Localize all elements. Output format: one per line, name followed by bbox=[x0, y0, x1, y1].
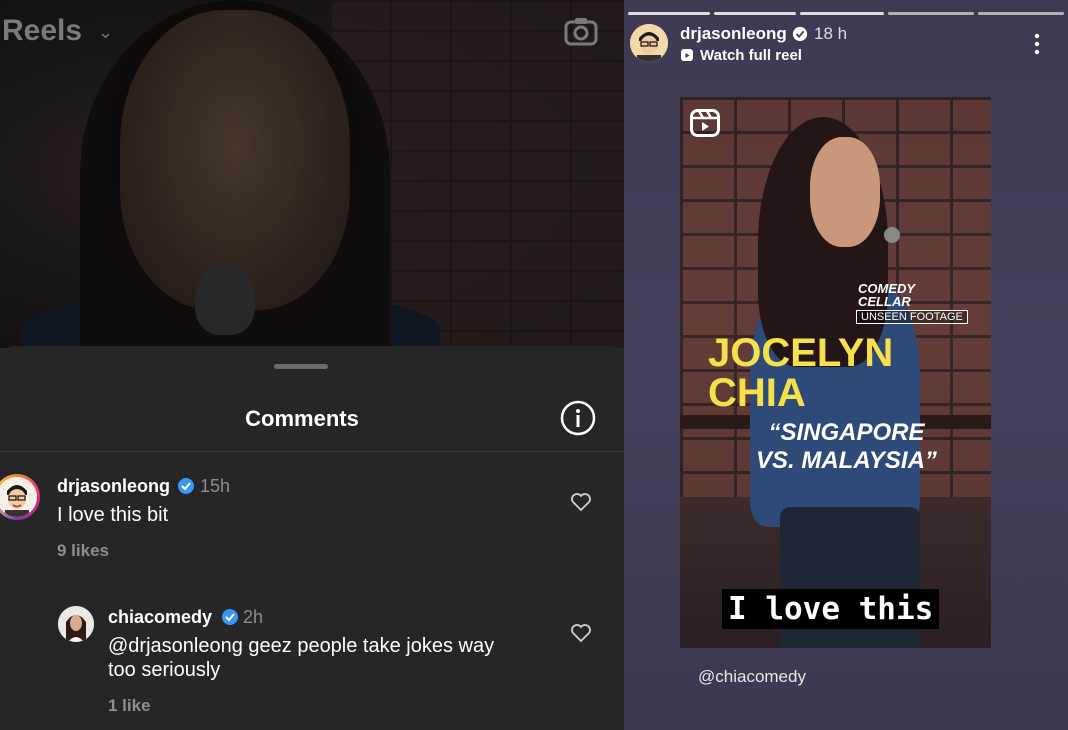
comment-likes[interactable]: 1 like bbox=[108, 696, 151, 716]
divider bbox=[0, 451, 624, 452]
heart-icon[interactable] bbox=[570, 492, 592, 512]
mention-sticker[interactable]: @chiacomedy bbox=[698, 667, 806, 687]
story-progress-segment bbox=[888, 12, 974, 15]
reels-title[interactable]: Reels bbox=[2, 14, 82, 48]
avatar[interactable] bbox=[0, 474, 40, 520]
unseen-footage-badge: UNSEEN FOOTAGE bbox=[856, 310, 968, 324]
reel-icon bbox=[681, 49, 693, 61]
camera-icon[interactable] bbox=[564, 16, 598, 46]
verified-badge-icon bbox=[222, 609, 238, 625]
video-dim-overlay bbox=[0, 0, 624, 348]
story-panel: drjasonleong 18 h Watch full reel COMEDY… bbox=[624, 0, 1068, 730]
comment-username[interactable]: drjasonleong bbox=[57, 476, 170, 497]
info-icon[interactable] bbox=[560, 400, 596, 436]
story-username[interactable]: drjasonleong bbox=[680, 24, 787, 44]
comment-time: 2h bbox=[243, 607, 264, 627]
watch-full-reel-link[interactable]: Watch full reel bbox=[700, 47, 802, 64]
comment-likes[interactable]: 9 likes bbox=[57, 541, 109, 561]
comment-text-line-1: @drjasonleong geez people take jokes way bbox=[108, 635, 495, 657]
comments-title: Comments bbox=[245, 406, 359, 431]
avatar[interactable] bbox=[58, 606, 94, 642]
microphone bbox=[884, 227, 900, 243]
story-progress-segment bbox=[628, 12, 710, 15]
cartoon-avatar-icon bbox=[630, 24, 668, 62]
bit-title: “SINGAPORE VS. MALAYSIA” bbox=[756, 419, 937, 474]
story-progress-segment bbox=[978, 12, 1064, 15]
comedy-cellar-logo: COMEDY CELLAR bbox=[858, 281, 916, 309]
more-options-icon[interactable] bbox=[1034, 32, 1040, 56]
verified-badge-icon bbox=[792, 26, 808, 42]
reel-video[interactable] bbox=[0, 0, 624, 348]
cartoon-avatar-icon bbox=[0, 477, 37, 517]
comments-sheet: Comments drjasonleong 15h I love this bi… bbox=[0, 346, 624, 730]
story-progress-segment bbox=[714, 12, 796, 15]
story-progress-segment bbox=[800, 12, 884, 15]
performer-name: JOCELYN CHIA bbox=[708, 331, 894, 415]
story-time: 18 h bbox=[814, 24, 848, 43]
avatar[interactable] bbox=[630, 24, 668, 62]
chevron-down-icon[interactable]: ⌄ bbox=[98, 22, 113, 43]
shared-reel-card[interactable]: COMEDY CELLAR UNSEEN FOOTAGE JOCELYN CHI… bbox=[680, 97, 991, 648]
comment-text: I love this bit bbox=[57, 504, 169, 526]
performer-face bbox=[810, 137, 880, 247]
reels-icon bbox=[690, 109, 720, 137]
verified-badge-icon bbox=[178, 478, 194, 494]
sheet-drag-handle[interactable] bbox=[274, 364, 328, 369]
reels-panel: Reels ⌄ Comments drjasonleong 15h I love… bbox=[0, 0, 624, 730]
comment-time: 15h bbox=[200, 476, 231, 496]
profile-photo-icon bbox=[58, 606, 94, 642]
comment-username[interactable]: chiacomedy bbox=[108, 607, 212, 628]
comment-text-line-2: too seriously bbox=[108, 659, 221, 681]
heart-icon[interactable] bbox=[570, 623, 592, 643]
caption-subtitle: I love this bbox=[722, 589, 940, 629]
